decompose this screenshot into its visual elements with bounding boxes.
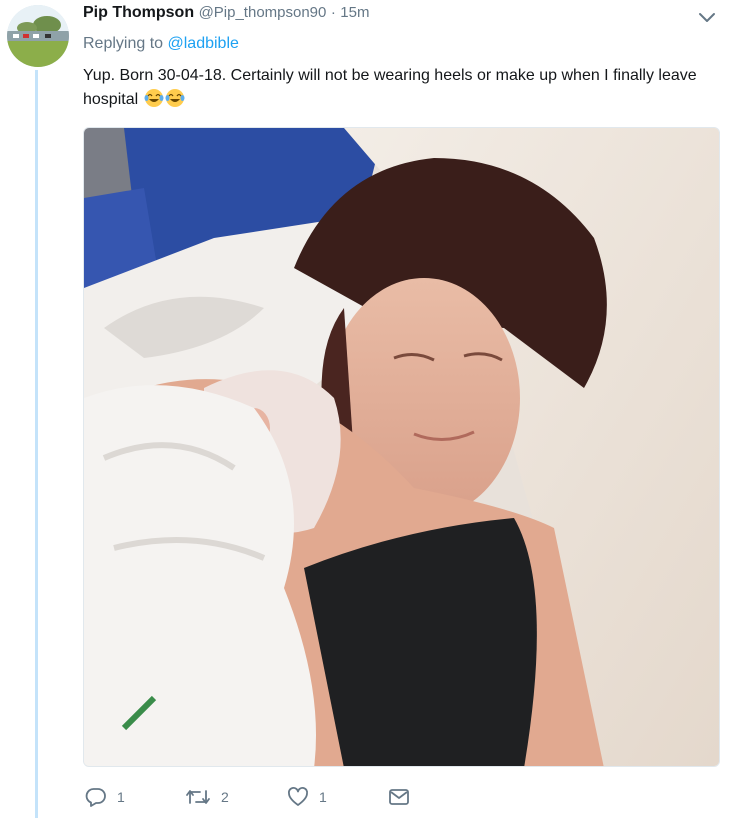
- tears-of-joy-emoji-icon: [165, 88, 185, 108]
- replying-to: Replying to @ladbible: [83, 35, 239, 53]
- tweet-header: Pip Thompson @Pip_thompson90 · 15m: [83, 4, 369, 22]
- direct-message-button[interactable]: [388, 786, 410, 808]
- separator-dot: ·: [330, 4, 336, 21]
- reply-icon: [85, 786, 107, 808]
- retweet-icon: [185, 786, 211, 808]
- tweet-actions: 1 2 1: [83, 786, 483, 810]
- direct-message-icon: [388, 786, 410, 808]
- reply-button[interactable]: 1: [85, 786, 125, 808]
- reply-count: 1: [117, 789, 125, 805]
- like-count: 1: [319, 789, 327, 805]
- timestamp[interactable]: 15m: [340, 4, 369, 21]
- thread-line: [35, 70, 38, 818]
- retweet-count: 2: [221, 789, 229, 805]
- avatar[interactable]: [7, 5, 69, 67]
- replying-prefix: Replying to: [83, 35, 164, 52]
- reply-mention-link[interactable]: @ladbible: [168, 35, 239, 52]
- like-button[interactable]: 1: [287, 786, 327, 808]
- author-handle[interactable]: @Pip_thompson90: [199, 4, 327, 21]
- author-name[interactable]: Pip Thompson: [83, 4, 194, 21]
- tears-of-joy-emoji-icon: [144, 88, 164, 108]
- retweet-button[interactable]: 2: [185, 786, 229, 808]
- tweet-text: Yup. Born 30-04-18. Certainly will not b…: [83, 64, 723, 112]
- tweet-photo[interactable]: [83, 127, 720, 767]
- chevron-down-icon[interactable]: [697, 8, 717, 26]
- heart-icon: [287, 786, 309, 808]
